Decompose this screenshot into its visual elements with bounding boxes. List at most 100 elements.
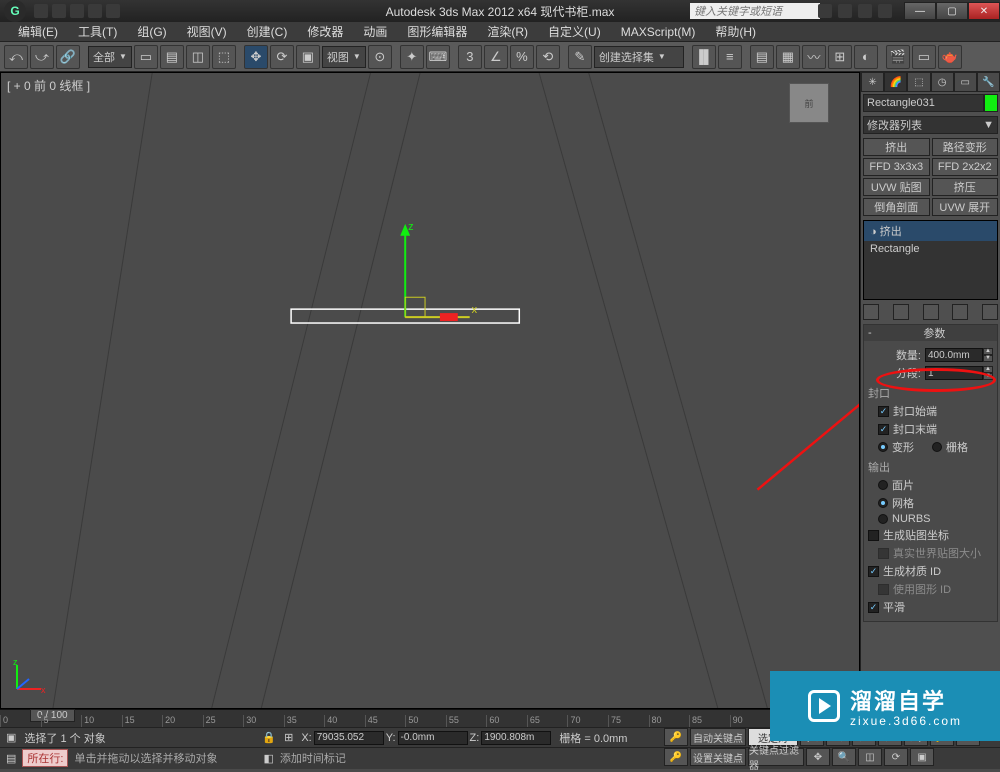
render-button[interactable]: 🫖 [938,45,962,69]
undo-button[interactable]: ⤺ [4,45,28,69]
edit-named-sel-button[interactable]: ✎ [568,45,592,69]
menu-tools[interactable]: 工具(T) [68,23,127,40]
mod-btn-ffd222[interactable]: FFD 2x2x2 [932,158,999,176]
qat-btn[interactable] [52,4,66,18]
material-editor-button[interactable]: ◐ [854,45,878,69]
select-name-button[interactable]: ▤ [160,45,184,69]
set-key-button2[interactable]: 🔑 [664,748,688,766]
graphite-button[interactable]: ▦ [776,45,800,69]
stack-item-extrude[interactable]: ◑ 挤出 [864,221,997,241]
radio-out-mesh[interactable] [878,498,888,508]
amount-input[interactable] [925,348,983,362]
qat-btn[interactable] [34,4,48,18]
qat-btn[interactable] [106,4,120,18]
checkbox-cap-start[interactable]: ✓ [878,406,889,417]
coord-mode-icon[interactable]: ⊞ [284,731,293,744]
menu-customize[interactable]: 自定义(U) [538,23,611,40]
isolate-icon[interactable]: ▣ [6,731,16,744]
mirror-button[interactable]: ▐▌ [692,45,716,69]
menu-views[interactable]: 视图(V) [177,23,237,40]
link-button[interactable]: 🔗 [56,45,80,69]
remove-mod-icon[interactable] [952,304,968,320]
radio-out-patch[interactable] [878,480,888,490]
ref-coord-dropdown[interactable]: 视图▼ [322,46,366,68]
align-button[interactable]: ≡ [718,45,742,69]
select-move-button[interactable]: ✥ [244,45,268,69]
coord-z-input[interactable] [481,731,551,745]
qat-btn[interactable] [88,4,102,18]
nav-orbit-button[interactable]: ⟳ [884,748,908,766]
coord-y-input[interactable] [398,731,468,745]
menu-edit[interactable]: 编辑(E) [8,23,68,40]
coord-x-input[interactable] [314,731,384,745]
select-manip-button[interactable]: ✦ [400,45,424,69]
star-icon[interactable] [838,4,852,18]
viewport-front[interactable]: [ + 0 前 0 线框 ] 前 z x [0,72,860,709]
key-filters-button[interactable]: 关键点过滤器 [748,748,804,766]
checkbox-cap-end[interactable]: ✓ [878,424,889,435]
window-crossing-button[interactable]: ⬚ [212,45,236,69]
object-color-swatch[interactable] [984,94,998,112]
menu-grapheditors[interactable]: 图形编辑器 [397,23,477,40]
menu-rendering[interactable]: 渲染(R) [477,23,538,40]
close-button[interactable]: ✕ [968,2,1000,20]
modifier-list-dropdown[interactable]: 修改器列表▼ [863,116,998,134]
use-pivot-button[interactable]: ⊙ [368,45,392,69]
radio-out-nurbs[interactable] [878,514,888,524]
search-icon[interactable] [818,4,832,18]
maxscript-icon[interactable]: ▤ [6,752,16,765]
setkey-label[interactable]: 设置关键点 [690,748,746,766]
mod-btn-uvwmap[interactable]: UVW 贴图 [863,178,930,196]
checkbox-smooth[interactable]: ✓ [868,602,879,613]
minimize-button[interactable]: — [904,2,936,20]
select-region-button[interactable]: ◫ [186,45,210,69]
selection-filter-dropdown[interactable]: 全部▼ [88,46,132,68]
named-selection-dropdown[interactable]: 创建选择集▼ [594,46,684,68]
nav-fov-button[interactable]: ◫ [858,748,882,766]
help-icon[interactable] [858,4,872,18]
menu-maxscript[interactable]: MAXScript(M) [611,25,706,39]
nav-max-button[interactable]: ▣ [910,748,934,766]
set-key-button[interactable]: 🔑 [664,728,688,746]
layer-manager-button[interactable]: ▤ [750,45,774,69]
add-time-tag[interactable]: 添加时间标记 [280,750,346,766]
checkbox-genmat[interactable]: ✓ [868,566,879,577]
tab-motion[interactable]: ◷ [931,72,954,92]
tab-display[interactable]: ▭ [954,72,977,92]
tag-icon[interactable]: ◧ [263,752,273,765]
select-scale-button[interactable]: ▣ [296,45,320,69]
menu-group[interactable]: 组(G) [127,23,176,40]
maximize-button[interactable]: ▢ [936,2,968,20]
tab-utilities[interactable]: 🔧 [977,72,1000,92]
mod-btn-extrude[interactable]: 挤出 [863,138,930,156]
show-end-icon[interactable] [893,304,909,320]
tab-create[interactable]: ✳ [861,72,884,92]
menu-create[interactable]: 创建(C) [237,23,298,40]
segments-input[interactable] [925,366,983,380]
tab-modify[interactable]: 🌈 [884,72,907,92]
mod-btn-uvwunwrap[interactable]: UVW 展开 [932,198,999,216]
select-object-button[interactable]: ▭ [134,45,158,69]
nav-pan-button[interactable]: ✥ [806,748,830,766]
mod-btn-ffd333[interactable]: FFD 3x3x3 [863,158,930,176]
amount-spinner[interactable]: ▲▼ [925,348,993,362]
make-unique-icon[interactable] [923,304,939,320]
menu-animation[interactable]: 动画 [353,23,397,40]
object-name-field[interactable]: Rectangle031 [863,94,984,112]
schematic-button[interactable]: ⊞ [828,45,852,69]
app-icon[interactable]: G [4,0,26,22]
curve-editor-button[interactable]: 〰 [802,45,826,69]
percent-snap-button[interactable]: % [510,45,534,69]
radio-cap-grid[interactable] [932,442,942,452]
segments-spinner[interactable]: ▲▼ [925,366,993,380]
pin-stack-icon[interactable] [863,304,879,320]
menu-help[interactable]: 帮助(H) [705,23,766,40]
qat-btn[interactable] [70,4,84,18]
stack-item-rectangle[interactable]: Rectangle [864,241,997,257]
tab-hierarchy[interactable]: ⬚ [907,72,930,92]
nav-zoom-button[interactable]: 🔍 [832,748,856,766]
spinner-down-icon[interactable]: ▼ [983,373,993,380]
spinner-up-icon[interactable]: ▲ [983,348,993,355]
radio-cap-morph[interactable] [878,442,888,452]
select-rotate-button[interactable]: ⟳ [270,45,294,69]
